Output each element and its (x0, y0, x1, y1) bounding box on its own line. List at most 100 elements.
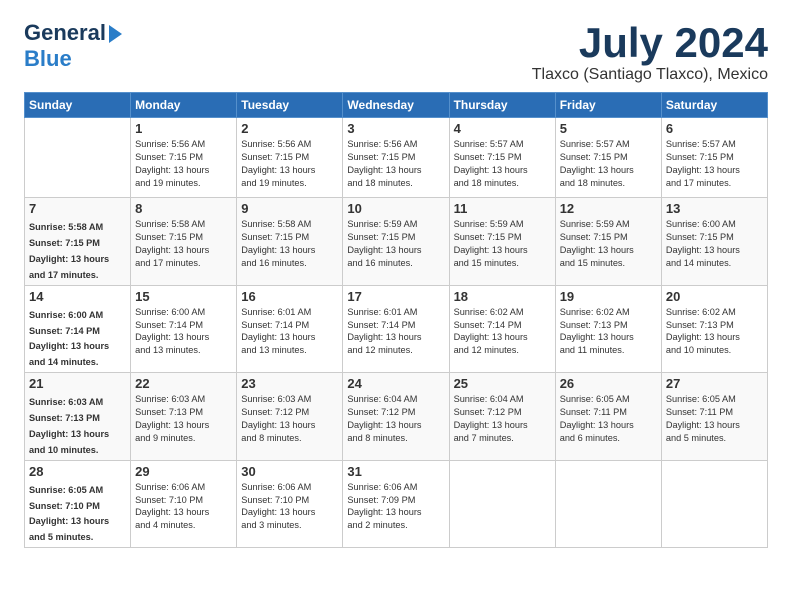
calendar-cell: 11 Sunrise: 5:59 AM Sunset: 7:15 PM Dayli… (449, 198, 555, 286)
day-detail: Sunrise: 6:06 AM Sunset: 7:10 PM Dayligh… (135, 482, 209, 531)
day-detail: Sunrise: 6:02 AM Sunset: 7:13 PM Dayligh… (560, 307, 634, 356)
day-number: 2 (241, 121, 338, 136)
day-detail: Sunrise: 5:58 AM Sunset: 7:15 PM Dayligh… (135, 219, 209, 268)
calendar-cell: 13 Sunrise: 6:00 AM Sunset: 7:15 PM Dayli… (661, 198, 767, 286)
day-detail: Sunrise: 6:03 AM Sunset: 7:13 PM Dayligh… (135, 394, 209, 443)
day-number: 15 (135, 289, 232, 304)
weekday-header-thursday: Thursday (449, 93, 555, 118)
calendar-cell: 21Sunrise: 6:03 AM Sunset: 7:13 PM Dayli… (25, 373, 131, 461)
day-detail: Sunrise: 5:56 AM Sunset: 7:15 PM Dayligh… (241, 139, 315, 188)
day-number: 24 (347, 376, 444, 391)
day-detail: Sunrise: 6:00 AM Sunset: 7:14 PM Dayligh… (135, 307, 209, 356)
weekday-header-row: SundayMondayTuesdayWednesdayThursdayFrid… (25, 93, 768, 118)
calendar-cell: 23 Sunrise: 6:03 AM Sunset: 7:12 PM Dayli… (237, 373, 343, 461)
day-detail: Sunrise: 6:00 AM Sunset: 7:15 PM Dayligh… (666, 219, 740, 268)
weekday-header-saturday: Saturday (661, 93, 767, 118)
day-number: 20 (666, 289, 763, 304)
calendar-cell: 22 Sunrise: 6:03 AM Sunset: 7:13 PM Dayli… (131, 373, 237, 461)
calendar-cell: 14 Sunrise: 6:00 AM Sunset: 7:14 PM Dayli… (25, 285, 131, 373)
calendar-cell: 2 Sunrise: 5:56 AM Sunset: 7:15 PM Daylig… (237, 118, 343, 198)
day-number: 13 (666, 201, 763, 216)
calendar-cell: 1 Sunrise: 5:56 AM Sunset: 7:15 PM Daylig… (131, 118, 237, 198)
calendar-cell: 4Sunrise: 5:57 AM Sunset: 7:15 PM Daylig… (449, 118, 555, 198)
day-detail: Sunrise: 5:59 AM Sunset: 7:15 PM Dayligh… (454, 219, 528, 268)
logo-text: General (24, 20, 106, 46)
calendar-cell: 26 Sunrise: 6:05 AM Sunset: 7:11 PM Dayli… (555, 373, 661, 461)
calendar-cell: 16 Sunrise: 6:01 AM Sunset: 7:14 PM Dayli… (237, 285, 343, 373)
calendar-cell (555, 460, 661, 548)
calendar-cell: 25 Sunrise: 6:04 AM Sunset: 7:12 PM Dayli… (449, 373, 555, 461)
weekday-header-wednesday: Wednesday (343, 93, 449, 118)
weekday-header-friday: Friday (555, 93, 661, 118)
day-number: 22 (135, 376, 232, 391)
day-number: 16 (241, 289, 338, 304)
calendar-cell (449, 460, 555, 548)
page-header: General Blue July 2024 Tlaxco (Santiago … (24, 20, 768, 84)
day-number: 19 (560, 289, 657, 304)
day-number: 23 (241, 376, 338, 391)
day-detail: Sunrise: 5:56 AM Sunset: 7:15 PM Dayligh… (135, 139, 209, 188)
weekday-header-monday: Monday (131, 93, 237, 118)
weekday-header-sunday: Sunday (25, 93, 131, 118)
calendar-week-3: 14 Sunrise: 6:00 AM Sunset: 7:14 PM Dayli… (25, 285, 768, 373)
day-number: 18 (454, 289, 551, 304)
logo-blue-text: Blue (24, 46, 72, 71)
month-title: July 2024 (532, 20, 768, 66)
day-detail: Sunrise: 5:59 AM Sunset: 7:15 PM Dayligh… (347, 219, 421, 268)
calendar-cell: 9Sunrise: 5:58 AM Sunset: 7:15 PM Daylig… (237, 198, 343, 286)
weekday-header-tuesday: Tuesday (237, 93, 343, 118)
day-number: 26 (560, 376, 657, 391)
calendar-week-2: 7 Sunrise: 5:58 AM Sunset: 7:15 PM Daylig… (25, 198, 768, 286)
day-number: 14 (29, 289, 126, 304)
calendar-week-1: 1 Sunrise: 5:56 AM Sunset: 7:15 PM Daylig… (25, 118, 768, 198)
day-number: 3 (347, 121, 444, 136)
day-detail: Sunrise: 6:01 AM Sunset: 7:14 PM Dayligh… (241, 307, 315, 356)
day-detail: Sunrise: 6:05 AM Sunset: 7:11 PM Dayligh… (666, 394, 740, 443)
day-number: 1 (135, 121, 232, 136)
day-detail: Sunrise: 6:00 AM Sunset: 7:14 PM Dayligh… (29, 310, 109, 368)
day-number: 7 (29, 201, 126, 216)
day-detail: Sunrise: 6:06 AM Sunset: 7:10 PM Dayligh… (241, 482, 315, 531)
day-detail: Sunrise: 6:04 AM Sunset: 7:12 PM Dayligh… (454, 394, 528, 443)
day-number: 25 (454, 376, 551, 391)
day-number: 31 (347, 464, 444, 479)
calendar-cell: 17Sunrise: 6:01 AM Sunset: 7:14 PM Dayli… (343, 285, 449, 373)
logo-arrow-icon (109, 25, 122, 43)
calendar-cell: 24 Sunrise: 6:04 AM Sunset: 7:12 PM Dayli… (343, 373, 449, 461)
calendar-cell: 20Sunrise: 6:02 AM Sunset: 7:13 PM Dayli… (661, 285, 767, 373)
calendar-cell: 30 Sunrise: 6:06 AM Sunset: 7:10 PM Dayli… (237, 460, 343, 548)
calendar-cell: 10Sunrise: 5:59 AM Sunset: 7:15 PM Dayli… (343, 198, 449, 286)
calendar-cell: 28Sunrise: 6:05 AM Sunset: 7:10 PM Dayli… (25, 460, 131, 548)
day-detail: Sunrise: 6:06 AM Sunset: 7:09 PM Dayligh… (347, 482, 421, 531)
day-number: 29 (135, 464, 232, 479)
calendar-week-4: 21Sunrise: 6:03 AM Sunset: 7:13 PM Dayli… (25, 373, 768, 461)
day-detail: Sunrise: 6:04 AM Sunset: 7:12 PM Dayligh… (347, 394, 421, 443)
title-area: July 2024 Tlaxco (Santiago Tlaxco), Mexi… (532, 20, 768, 84)
day-number: 8 (135, 201, 232, 216)
day-number: 11 (454, 201, 551, 216)
day-number: 4 (454, 121, 551, 136)
day-detail: Sunrise: 6:05 AM Sunset: 7:10 PM Dayligh… (29, 485, 109, 543)
day-detail: Sunrise: 5:57 AM Sunset: 7:15 PM Dayligh… (560, 139, 634, 188)
day-number: 27 (666, 376, 763, 391)
logo: General Blue (24, 20, 122, 72)
day-number: 12 (560, 201, 657, 216)
calendar-cell: 8 Sunrise: 5:58 AM Sunset: 7:15 PM Daylig… (131, 198, 237, 286)
calendar-cell: 18Sunrise: 6:02 AM Sunset: 7:14 PM Dayli… (449, 285, 555, 373)
calendar-cell: 19 Sunrise: 6:02 AM Sunset: 7:13 PM Dayli… (555, 285, 661, 373)
day-detail: Sunrise: 6:01 AM Sunset: 7:14 PM Dayligh… (347, 307, 421, 356)
day-number: 30 (241, 464, 338, 479)
calendar-cell: 27 Sunrise: 6:05 AM Sunset: 7:11 PM Dayli… (661, 373, 767, 461)
day-detail: Sunrise: 5:58 AM Sunset: 7:15 PM Dayligh… (29, 222, 109, 280)
day-detail: Sunrise: 6:03 AM Sunset: 7:13 PM Dayligh… (29, 397, 109, 455)
day-detail: Sunrise: 6:05 AM Sunset: 7:11 PM Dayligh… (560, 394, 634, 443)
calendar-cell (661, 460, 767, 548)
calendar-cell: 15 Sunrise: 6:00 AM Sunset: 7:14 PM Dayli… (131, 285, 237, 373)
day-detail: Sunrise: 5:59 AM Sunset: 7:15 PM Dayligh… (560, 219, 634, 268)
day-number: 5 (560, 121, 657, 136)
day-number: 6 (666, 121, 763, 136)
calendar-cell: 6Sunrise: 5:57 AM Sunset: 7:15 PM Daylig… (661, 118, 767, 198)
day-detail: Sunrise: 6:03 AM Sunset: 7:12 PM Dayligh… (241, 394, 315, 443)
calendar-cell (25, 118, 131, 198)
calendar-cell: 31 Sunrise: 6:06 AM Sunset: 7:09 PM Dayli… (343, 460, 449, 548)
